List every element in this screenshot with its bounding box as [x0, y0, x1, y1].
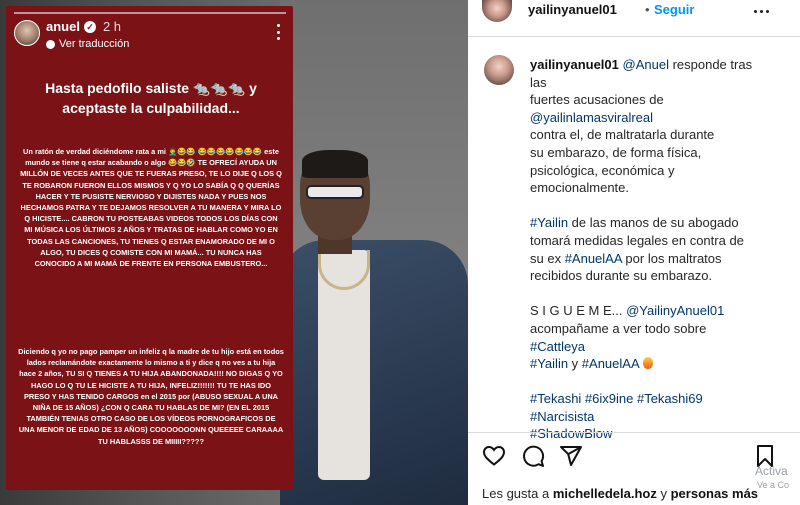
more-icon: [274, 24, 282, 40]
likes-user[interactable]: michelledela.hoz: [553, 486, 657, 501]
author-avatar[interactable]: [482, 0, 512, 22]
caption-text: contra el, de maltratarla durante: [530, 127, 715, 143]
verified-icon: ✓: [83, 20, 96, 33]
story-username: anuel: [46, 19, 80, 34]
caption-text: acompañame a ver todo sobre: [530, 320, 707, 336]
story-screenshot: anuel ✓ 2 h Ver traducción Hasta pedofil…: [6, 6, 293, 490]
comment-icon[interactable]: [521, 444, 545, 468]
person-jacket: [280, 240, 468, 505]
caption-text: su embarazo, de forma física,: [530, 144, 702, 160]
header-separator: •: [645, 2, 650, 17]
likes-others[interactable]: personas más: [671, 486, 758, 501]
post-caption: yailinyanuel01 @Anuel responde tras las …: [530, 56, 762, 443]
story-paragraph-1: Un ratón de verdad diciéndome rata a mi …: [20, 147, 282, 269]
caption-username[interactable]: yailinyanuel01: [530, 57, 619, 72]
header-divider: [468, 36, 800, 37]
hashtag-yailin[interactable]: #Yailin: [530, 215, 568, 230]
hashtags-tekashi[interactable]: #Tekashi #6ix9ine #Tekashi69: [530, 390, 762, 408]
see-translation-link: Ver traducción: [46, 38, 129, 50]
post-media[interactable]: anuel ✓ 2 h Ver traducción Hasta pedofil…: [0, 0, 468, 505]
hashtag-narcisista[interactable]: #Narcisista: [530, 408, 762, 426]
translate-icon: [46, 39, 55, 49]
person-sunglasses: [306, 185, 364, 199]
caption-mention-yailin[interactable]: @yailinlamasviralreal: [530, 109, 762, 127]
caption-text: responde tras: [668, 57, 753, 72]
likes-mid: y: [656, 486, 671, 501]
share-icon[interactable]: [559, 444, 583, 468]
more-options-icon[interactable]: [754, 10, 769, 13]
hashtag-shadowblow[interactable]: #ShadowBlow: [530, 425, 762, 443]
hashtag-cattleya[interactable]: #Cattleya: [530, 338, 762, 356]
caption-text: tomará medidas legales en contra de: [530, 232, 744, 248]
story-headline: Hasta pedofilo saliste 🐀🐀🐀 y aceptaste l…: [45, 80, 257, 116]
caption-text: fuertes acusaciones de: [530, 92, 664, 108]
fire-emoji-icon: [642, 357, 653, 370]
caption-text: por los maltratos: [625, 250, 722, 266]
hashtag-yailin-2[interactable]: #Yailin: [530, 356, 568, 371]
activate-windows-watermark: Activa: [755, 464, 788, 478]
story-paragraph-2: Diciendo q yo no pago pamper un infeliz …: [18, 347, 284, 446]
caption-text: y: [568, 356, 582, 372]
post-side-panel: yailinyanuel01 • Seguir yailinyanuel01 @…: [468, 0, 800, 505]
story-user-row: anuel ✓ 2 h: [46, 19, 121, 34]
caption-avatar[interactable]: [484, 55, 514, 85]
caption-text: S I G U E M E...: [530, 303, 627, 319]
story-avatar: [14, 20, 40, 46]
story-time: 2 h: [102, 19, 122, 34]
caption-text: psicológica, económica y: [530, 162, 675, 178]
caption-mention-anuel[interactable]: @Anuel: [623, 57, 669, 72]
person-hair: [302, 150, 368, 178]
story-progress-bar: [14, 12, 286, 14]
mention-yailinyanuel01[interactable]: @YailinyAnuel01: [626, 303, 724, 318]
hashtag-anuelaa-2[interactable]: #AnuelAA: [582, 356, 640, 371]
likes-prefix: Les gusta a: [482, 486, 553, 501]
heart-icon[interactable]: [482, 444, 506, 468]
caption-text: las: [530, 74, 547, 90]
caption-text: emocionalmente.: [530, 180, 629, 196]
caption-text: de las manos de su abogado: [568, 215, 739, 231]
actions-divider: [468, 432, 800, 433]
caption-text: recibidos durante su embarazo.: [530, 268, 713, 284]
author-username[interactable]: yailinyanuel01: [528, 2, 617, 17]
caption-text: su ex: [530, 250, 565, 266]
likes-summary: Les gusta a michelledela.hoz y personas …: [482, 486, 758, 501]
follow-button[interactable]: Seguir: [654, 2, 694, 17]
activate-windows-subtext: Ve a Co: [757, 480, 790, 490]
post-header: yailinyanuel01 • Seguir: [468, 0, 800, 36]
translate-label: Ver traducción: [59, 38, 130, 50]
hashtag-anuelaa[interactable]: #AnuelAA: [565, 251, 622, 266]
